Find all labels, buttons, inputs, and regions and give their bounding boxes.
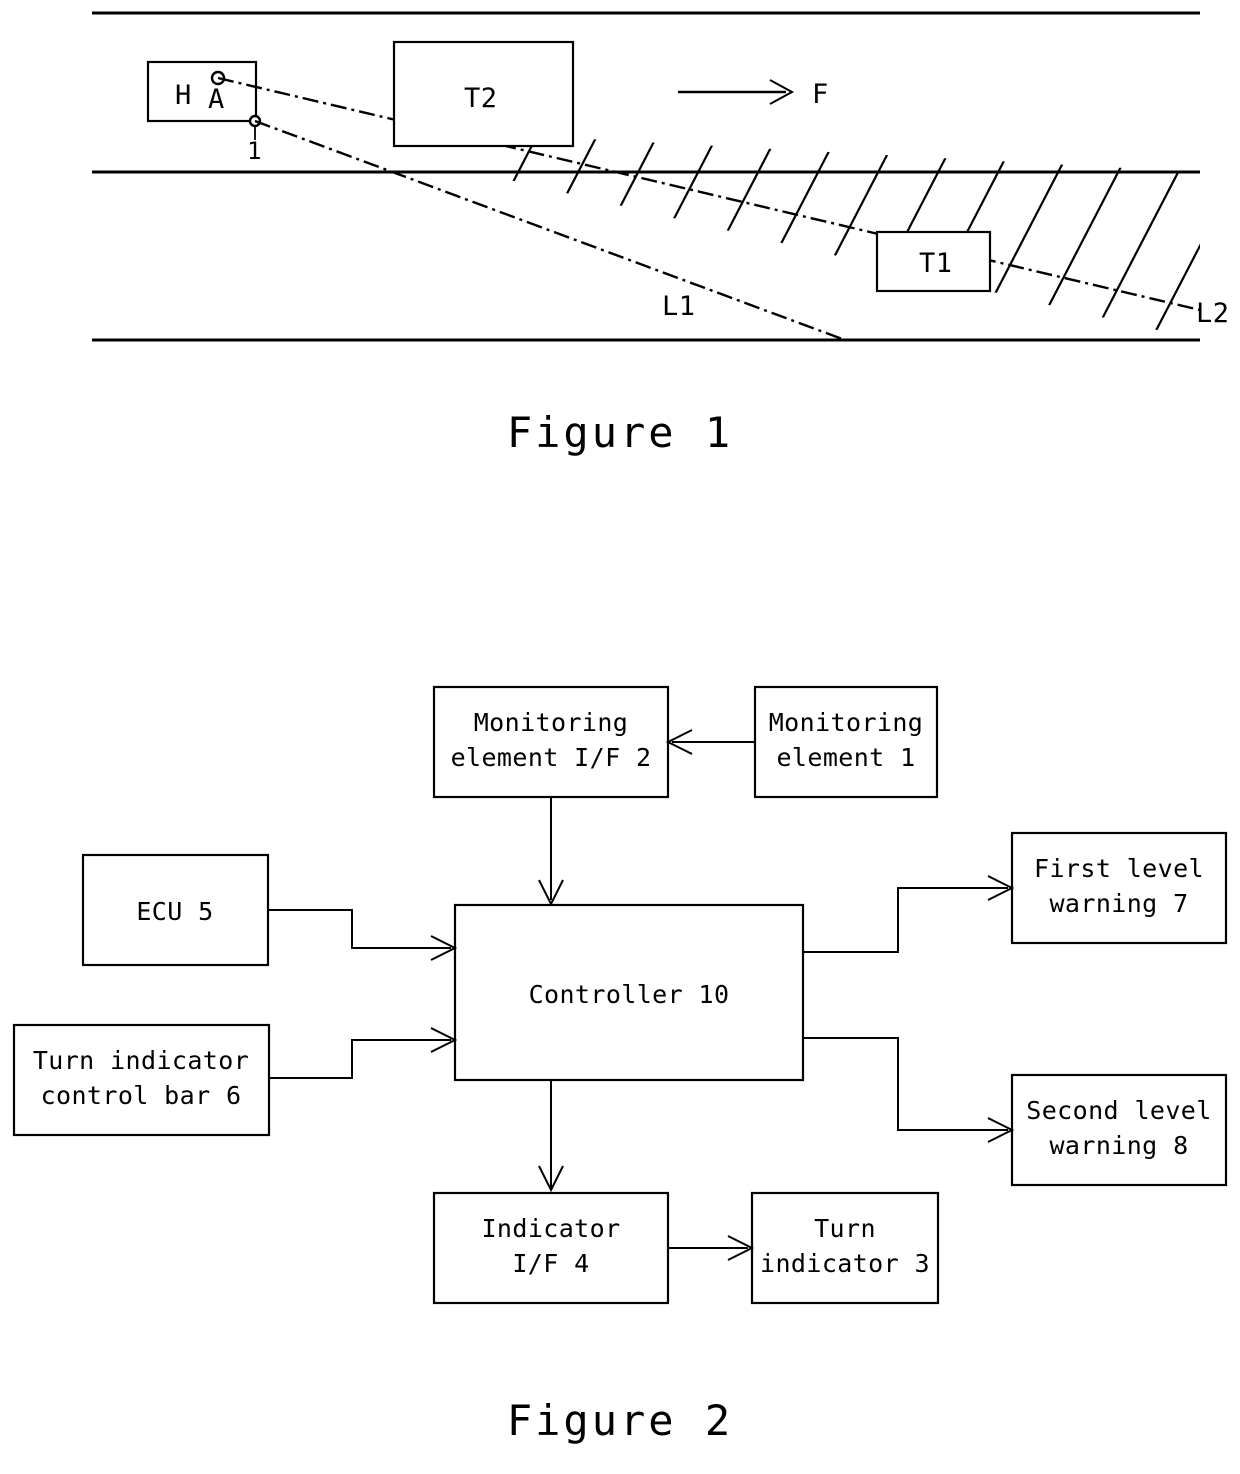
block-ecu: ECU 5	[81, 853, 270, 967]
block-first-level-warning-line2: warning 7	[1049, 889, 1188, 918]
block-monitoring-element-if-line2: element I/F 2	[451, 743, 652, 772]
connector-monitoring-if-to-controller	[538, 797, 564, 907]
block-second-level-warning-line1: Second level	[1026, 1096, 1211, 1125]
figure-1-caption: Figure 1	[506, 408, 734, 457]
block-monitoring-element-if-line1: Monitoring	[474, 708, 629, 737]
direction-label-f: F	[812, 79, 829, 110]
block-indicator-if-line2: I/F 4	[512, 1249, 589, 1278]
block-turn-indicator-control-bar-line1: Turn indicator	[33, 1046, 249, 1075]
block-indicator-if: Indicator I/F 4	[432, 1191, 670, 1305]
vehicle-t2-label: T2	[464, 83, 498, 114]
block-monitoring-element-line2: element 1	[776, 743, 915, 772]
sensor-label: 1	[247, 137, 261, 165]
patent-drawing-sheet: H A 1 T2 T1 L1 L2 F Figure 1 Monitoring …	[0, 0, 1240, 1474]
driver-label: A	[208, 84, 225, 115]
connector-control-bar-to-controller	[269, 1027, 458, 1079]
connector-controller-to-indicator-if	[538, 1080, 564, 1193]
block-first-level-warning: First level warning 7	[1010, 831, 1228, 945]
sight-line-l1	[254, 119, 846, 342]
connector-controller-to-second-warning	[803, 1037, 1015, 1143]
block-turn-indicator: Turn indicator 3	[750, 1191, 940, 1305]
boundary-label-l2: L2	[1196, 298, 1230, 329]
block-controller-line1: Controller 10	[529, 980, 730, 1009]
connector-controller-to-first-warning	[803, 875, 1015, 953]
connector-ecu-to-controller	[268, 909, 458, 961]
connector-monitoring-element-to-if	[665, 729, 755, 755]
block-monitoring-element: Monitoring element 1	[753, 685, 939, 799]
figure-1-diagram: H A 1 T2 T1 L1 L2 F	[92, 11, 1230, 342]
block-turn-indicator-line2: indicator 3	[760, 1249, 930, 1278]
block-turn-indicator-control-bar: Turn indicator control bar 6	[12, 1023, 271, 1137]
boundary-label-l1: L1	[662, 291, 696, 322]
block-monitoring-element-line1: Monitoring	[769, 708, 924, 737]
figure-2-caption: Figure 2	[506, 1396, 734, 1445]
block-turn-indicator-line1: Turn	[814, 1214, 876, 1243]
connector-indicator-if-to-turn-indicator	[668, 1235, 755, 1261]
block-second-level-warning: Second level warning 8	[1010, 1073, 1228, 1187]
block-indicator-if-line1: Indicator	[481, 1214, 620, 1243]
host-vehicle-box	[146, 60, 258, 123]
sight-line-l2	[217, 76, 1201, 312]
block-turn-indicator-control-bar-line2: control bar 6	[41, 1081, 242, 1110]
block-monitoring-element-if: Monitoring element I/F 2	[432, 685, 670, 799]
host-vehicle-label: H	[175, 80, 192, 111]
block-first-level-warning-line1: First level	[1034, 854, 1204, 883]
figure-2-diagram: Monitoring element I/F 2 Monitoring elem…	[12, 685, 1228, 1305]
vehicle-t1-label: T1	[919, 248, 953, 279]
block-controller: Controller 10	[453, 903, 805, 1082]
block-second-level-warning-line2: warning 8	[1049, 1131, 1188, 1160]
block-ecu-line1: ECU 5	[136, 897, 213, 926]
